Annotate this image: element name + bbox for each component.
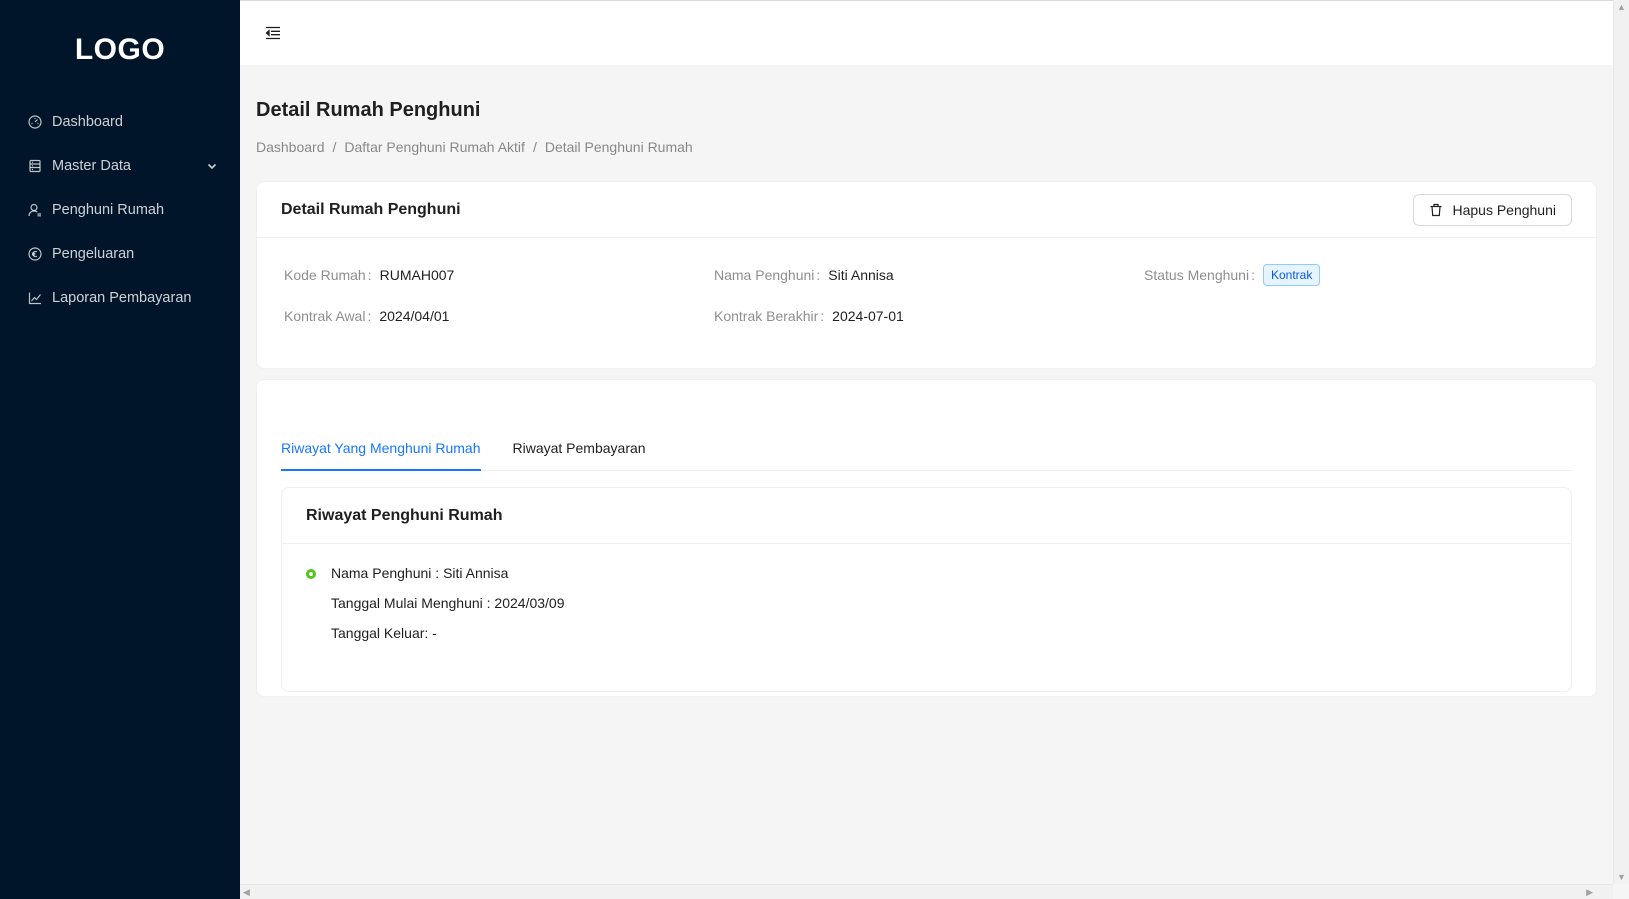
main-area: Detail Rumah Penghuni Dashboard / Daftar… (240, 0, 1613, 884)
timeline-item: Nama Penghuni : Siti Annisa Tanggal Mula… (306, 564, 1547, 642)
scroll-left-arrow-icon[interactable]: ◀ (243, 887, 250, 898)
user-icon (28, 203, 42, 217)
content: Detail Rumah Penghuni Dashboard / Daftar… (240, 99, 1613, 697)
field-label: Kontrak Awal (284, 307, 366, 324)
field-label: Kontrak Berakhir (714, 307, 819, 324)
sidebar-menu: Dashboard Master Data Penghuni Rumah Pen… (0, 100, 240, 320)
field-colon: : (367, 307, 372, 324)
field-nama-penghuni: Nama Penghuni : Siti Annisa (714, 266, 1144, 283)
hapus-penghuni-button[interactable]: Hapus Penghuni (1413, 193, 1572, 226)
riwayat-penghuni-card: Riwayat Penghuni Rumah Nama Penghuni : S… (281, 487, 1572, 692)
sidebar-item-label: Laporan Pembayaran (52, 290, 192, 306)
field-colon: : (1251, 266, 1255, 283)
sidebar-item-dashboard[interactable]: Dashboard (0, 100, 240, 144)
trash-icon (1429, 203, 1443, 217)
field-colon: : (367, 266, 372, 283)
detail-card-header: Detail Rumah Penghuni Hapus Penghuni (257, 182, 1596, 238)
breadcrumb-separator: / (332, 139, 337, 155)
timeline-tanggal-mulai: Tanggal Mulai Menghuni : 2024/03/09 (331, 595, 565, 611)
history-tabs-card: Riwayat Yang Menghuni Rumah Riwayat Pemb… (256, 379, 1597, 697)
detail-card-title: Detail Rumah Penghuni (281, 200, 461, 218)
scroll-up-arrow-icon[interactable]: ▲ (1617, 2, 1626, 12)
sidebar-item-label: Dashboard (52, 114, 123, 130)
sidebar-item-label: Penghuni Rumah (52, 202, 165, 218)
riwayat-penghuni-title: Riwayat Penghuni Rumah (282, 488, 1571, 544)
euro-circle-icon (28, 247, 42, 261)
chevron-down-icon[interactable] (206, 160, 218, 172)
field-kode-rumah: Kode Rumah : RUMAH007 (284, 266, 714, 283)
page-title: Detail Rumah Penghuni (256, 99, 481, 121)
timeline-nama-penghuni: Nama Penghuni : Siti Annisa (331, 565, 509, 581)
sidebar-item-penghuni-rumah[interactable]: Penghuni Rumah (0, 188, 240, 232)
timeline-tanggal-keluar: Tanggal Keluar: - (331, 625, 437, 641)
hapus-penghuni-label: Hapus Penghuni (1452, 201, 1556, 218)
tab-riwayat-pembayaran[interactable]: Riwayat Pembayaran (513, 440, 646, 470)
breadcrumb-separator: / (532, 139, 537, 155)
sidebar-item-label: Master Data (52, 158, 131, 174)
breadcrumb-current: Detail Penghuni Rumah (544, 139, 693, 155)
sidebar-item-pengeluaran[interactable]: Pengeluaran (0, 232, 240, 276)
field-value: Siti Annisa (828, 266, 894, 283)
timeline: Nama Penghuni : Siti Annisa Tanggal Mula… (282, 544, 1571, 674)
sidebar-item-laporan-pembayaran[interactable]: Laporan Pembayaran (0, 276, 240, 320)
field-label: Nama Penghuni (714, 266, 815, 283)
scroll-right-arrow-icon[interactable]: ▶ (1586, 887, 1593, 898)
database-icon (28, 159, 42, 173)
menu-fold-icon[interactable] (264, 24, 282, 42)
field-value: 2024-07-01 (832, 307, 904, 324)
dashboard-icon (28, 115, 42, 129)
field-value: RUMAH007 (379, 266, 455, 283)
horizontal-scrollbar[interactable]: ◀ ▶ (240, 884, 1613, 899)
field-kontrak-berakhir: Kontrak Berakhir : 2024-07-01 (714, 307, 1144, 324)
sidebar: LOGO Dashboard Master Data Penghuni Ruma… (0, 0, 240, 899)
field-kontrak-awal: Kontrak Awal : 2024/04/01 (284, 307, 714, 324)
status-tag: Kontrak (1262, 263, 1321, 286)
sidebar-item-master-data[interactable]: Master Data (0, 144, 240, 188)
vertical-scrollbar[interactable]: ▲ ▼ (1613, 0, 1629, 884)
field-colon: : (816, 266, 821, 283)
breadcrumb: Dashboard / Daftar Penghuni Rumah Aktif … (256, 139, 1597, 155)
tab-riwayat-menghuni[interactable]: Riwayat Yang Menghuni Rumah (281, 440, 481, 471)
tabs: Riwayat Yang Menghuni Rumah Riwayat Pemb… (281, 404, 1572, 471)
field-value: 2024/04/01 (379, 307, 450, 324)
detail-card: Detail Rumah Penghuni Hapus Penghuni Kod… (256, 181, 1597, 369)
detail-descriptions: Kode Rumah : RUMAH007 Nama Penghuni : Si… (257, 238, 1596, 324)
field-label: Status Menghuni (1144, 266, 1250, 283)
logo[interactable]: LOGO (0, 0, 240, 100)
field-label: Kode Rumah (284, 266, 366, 283)
breadcrumb-dashboard[interactable]: Dashboard (256, 139, 325, 155)
scroll-down-arrow-icon[interactable]: ▼ (1617, 872, 1626, 882)
field-colon: : (820, 307, 825, 324)
sidebar-item-label: Pengeluaran (52, 246, 135, 262)
breadcrumb-daftar-penghuni[interactable]: Daftar Penghuni Rumah Aktif (344, 139, 525, 155)
field-status-menghuni: Status Menghuni : Kontrak (1144, 263, 1569, 286)
topbar (240, 0, 1613, 65)
line-chart-icon (28, 291, 42, 305)
timeline-dot-icon (306, 569, 316, 579)
